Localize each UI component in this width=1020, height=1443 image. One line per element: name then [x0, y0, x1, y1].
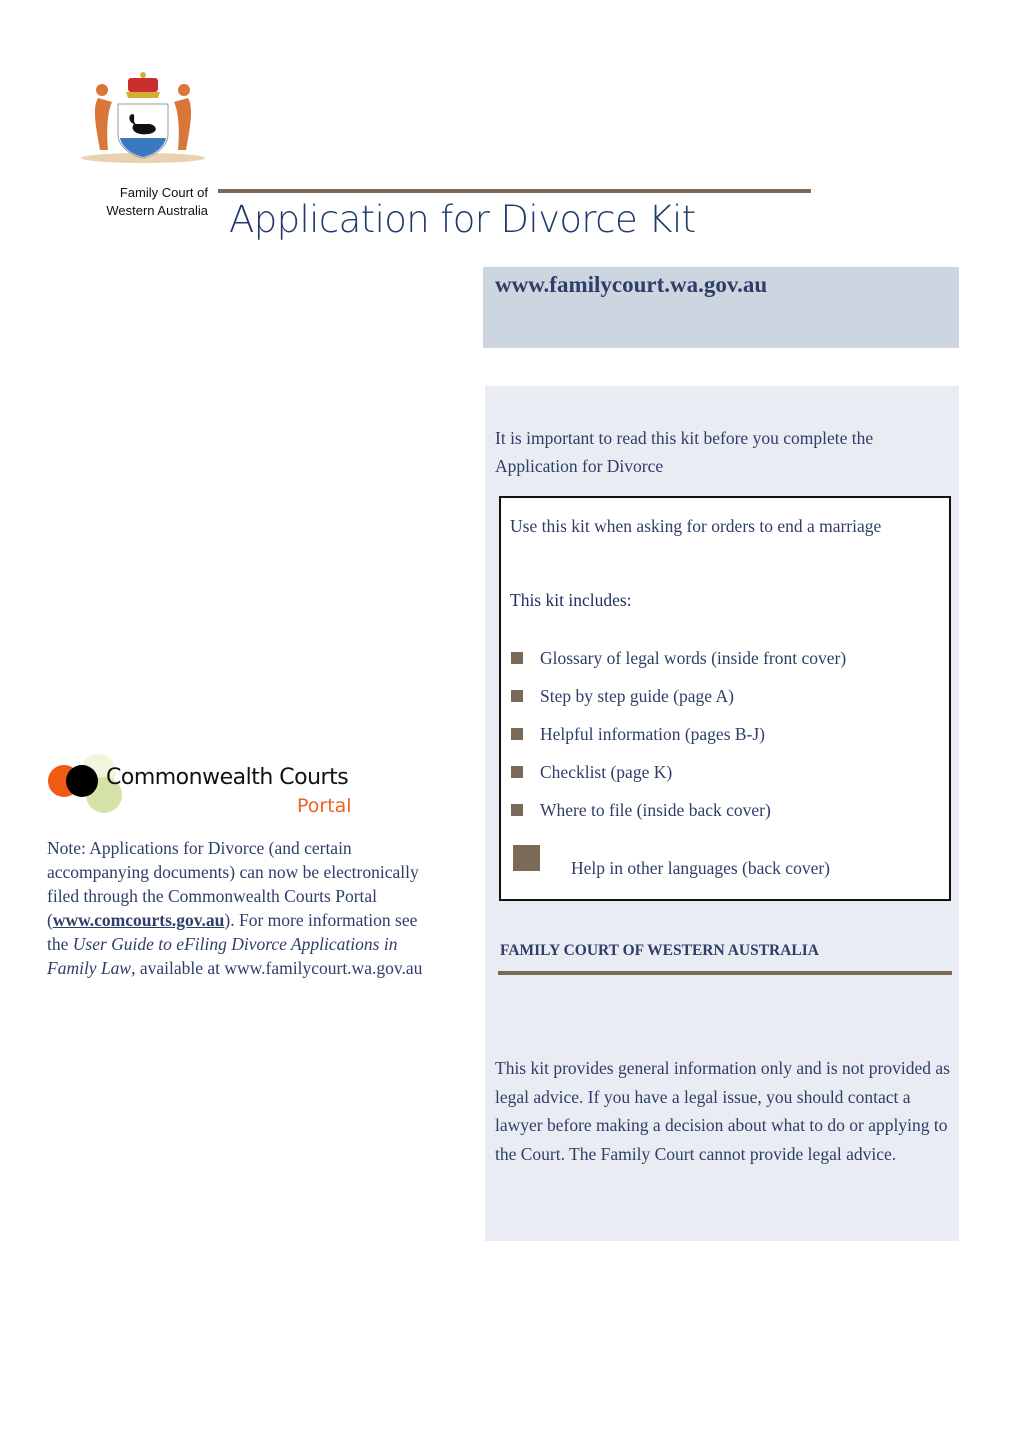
square-bullet-icon [511, 652, 523, 664]
list-item-label: Checklist (page K) [540, 762, 673, 782]
efiling-note: Note: Applications for Divorce (and cert… [47, 836, 442, 980]
org-heading: FAMILY COURT OF WESTERN AUSTRALIA [500, 942, 819, 959]
wa-coat-of-arms-crest [81, 72, 205, 163]
use-kit-text: Use this kit when asking for orders to e… [510, 516, 882, 536]
square-bullet-icon [511, 690, 523, 702]
help-languages-item: Help in other languages (back cover) [571, 858, 830, 878]
comcourts-link[interactable]: www.comcourts.gov.au [53, 910, 225, 930]
org-heading-rule [498, 971, 952, 975]
list-item-label: Where to file (inside back cover) [540, 800, 771, 820]
includes-heading: This kit includes: [510, 590, 632, 610]
list-item: Helpful information (pages B-J) [511, 722, 765, 746]
list-item-label: Helpful information (pages B-J) [540, 724, 766, 744]
crest-caption: Family Court of Western Australia [72, 184, 208, 220]
list-item-label: Step by step guide (page A) [540, 686, 734, 706]
website-link[interactable]: www.familycourt.wa.gov.au [495, 270, 767, 300]
list-item-label: Glossary of legal words (inside front co… [540, 648, 847, 668]
list-item: Where to file (inside back cover) [511, 798, 771, 822]
large-square-bullet-icon [513, 845, 540, 871]
intro-text: It is important to read this kit before … [495, 428, 874, 476]
portal-logo-name: Commonwealth Courts [106, 765, 349, 790]
note-end: , available at www.familycourt.wa.gov.au [131, 958, 423, 978]
square-bullet-icon [511, 766, 523, 778]
list-item: Glossary of legal words (inside front co… [511, 646, 846, 670]
page-title: Application for Divorce Kit [229, 198, 696, 241]
list-item: Checklist (page K) [511, 760, 672, 784]
disclaimer-text: This kit provides general information on… [495, 1058, 950, 1164]
title-rule [218, 189, 811, 193]
list-item: Step by step guide (page A) [511, 684, 734, 708]
crest-caption-line1: Family Court of [119, 185, 208, 200]
square-bullet-icon [511, 804, 523, 816]
portal-logo-sub: Portal [297, 795, 352, 817]
square-bullet-icon [511, 728, 523, 740]
crest-caption-line2: Western Australia [106, 203, 208, 218]
